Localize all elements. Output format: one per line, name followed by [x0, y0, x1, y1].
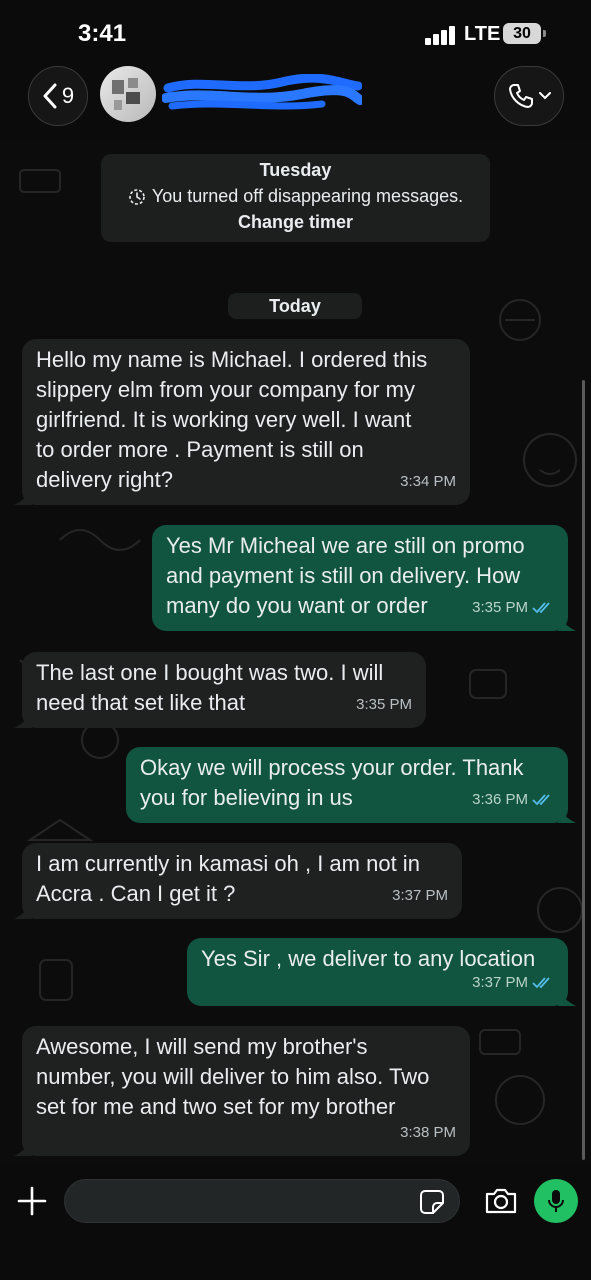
- avatar[interactable]: [100, 66, 156, 122]
- double-check-icon: [532, 794, 550, 806]
- bubble-tail: [558, 615, 576, 631]
- message-meta: 3:36 PM: [472, 785, 554, 815]
- message-outgoing[interactable]: Yes Mr Micheal we are still on promo and…: [152, 525, 576, 631]
- message-meta: 3:34 PM: [400, 467, 456, 497]
- battery-nub: [543, 30, 546, 37]
- phone-icon: [509, 84, 533, 108]
- message-outgoing[interactable]: Yes Sir , we deliver to any location 3:3…: [187, 938, 576, 1006]
- message-meta: 3:38 PM: [400, 1118, 456, 1148]
- disappearing-notice-text: You turned off disappearing messages.: [151, 186, 464, 206]
- network-label: LTE: [464, 23, 501, 45]
- message-meta: 3:37 PM: [472, 968, 554, 998]
- bubble-tail: [14, 712, 32, 728]
- disappearing-notice-row: You turned off disappearing messages.: [101, 186, 490, 207]
- message-time: 3:37 PM: [472, 974, 528, 991]
- double-check-icon: [532, 977, 550, 989]
- status-bar: 3:41 LTE 30: [0, 0, 591, 64]
- message-time: 3:38 PM: [400, 1124, 456, 1141]
- bubble-tail: [14, 903, 32, 919]
- plus-icon[interactable]: [16, 1185, 48, 1217]
- composer-bar: [0, 1165, 591, 1280]
- change-timer-link[interactable]: Change timer: [101, 212, 490, 233]
- camera-icon[interactable]: [484, 1185, 518, 1217]
- message-text: Hello my name is Michael. I ordered this…: [36, 347, 428, 492]
- microphone-icon: [548, 1190, 564, 1212]
- sticker-icon[interactable]: [419, 1189, 445, 1215]
- bubble-tail: [558, 990, 576, 1006]
- chat-area[interactable]: Tuesday You turned off disappearing mess…: [0, 140, 591, 1165]
- signal-icon: [425, 25, 459, 45]
- message-incoming[interactable]: The last one I bought was two. I will ne…: [14, 652, 426, 728]
- message-meta: 3:35 PM: [472, 593, 554, 623]
- scrollbar[interactable]: [582, 380, 585, 1160]
- message-time: 3:35 PM: [472, 599, 528, 616]
- unread-count: 9: [61, 83, 75, 108]
- system-notice: Tuesday You turned off disappearing mess…: [101, 154, 490, 242]
- chevron-down-icon: [539, 92, 551, 100]
- message-input[interactable]: [64, 1179, 460, 1223]
- chevron-left-icon: [43, 83, 57, 109]
- redaction-scribble: [162, 74, 362, 110]
- date-divider-tuesday: Tuesday: [259, 160, 332, 180]
- message-incoming[interactable]: I am currently in kamasi oh , I am not i…: [14, 843, 462, 919]
- microphone-button[interactable]: [534, 1179, 578, 1223]
- message-incoming[interactable]: Hello my name is Michael. I ordered this…: [14, 339, 470, 505]
- message-incoming[interactable]: Awesome, I will send my brother's number…: [14, 1026, 470, 1156]
- bubble-tail: [558, 807, 576, 823]
- message-text: Awesome, I will send my brother's number…: [36, 1034, 430, 1119]
- message-time: 3:37 PM: [392, 887, 448, 904]
- status-time: 3:41: [78, 20, 127, 47]
- date-divider-today: Today: [228, 293, 362, 319]
- contact-name[interactable]: [162, 74, 362, 114]
- battery-icon: 30: [503, 23, 541, 44]
- timer-icon: [129, 188, 145, 205]
- message-time: 3:35 PM: [356, 696, 412, 713]
- message-meta: 3:35 PM: [356, 690, 412, 720]
- chat-header: 9: [0, 64, 591, 140]
- message-text: I am currently in kamasi oh , I am not i…: [36, 851, 420, 906]
- bubble-tail: [14, 489, 32, 505]
- double-check-icon: [532, 602, 550, 614]
- back-button[interactable]: 9: [28, 66, 88, 126]
- message-meta: 3:37 PM: [392, 881, 448, 911]
- bubble-tail: [14, 1140, 32, 1156]
- message-outgoing[interactable]: Okay we will process your order. Thank y…: [126, 747, 576, 823]
- message-time: 3:36 PM: [472, 791, 528, 808]
- message-time: 3:34 PM: [400, 473, 456, 490]
- call-button[interactable]: [494, 66, 564, 126]
